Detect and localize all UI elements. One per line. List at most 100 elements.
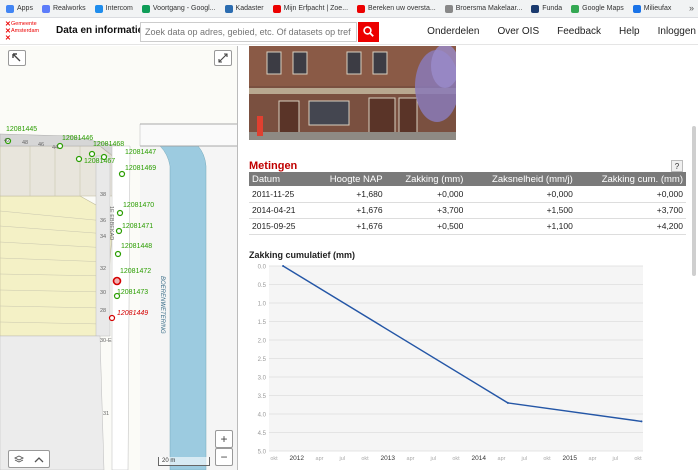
building-photo[interactable]: [249, 46, 456, 140]
table-row: 2014-04-21 +1,676 +3,700 +1,500 +3,700: [249, 202, 686, 219]
map-scale: 20 m: [158, 457, 210, 466]
bookmark-item[interactable]: Realworks: [41, 4, 86, 13]
bookmark-item[interactable]: Milieufax: [632, 4, 671, 13]
layers-icon[interactable]: [14, 454, 24, 464]
bookmark-label: Funda: [542, 5, 563, 12]
x-tick-label: 2012: [290, 455, 305, 462]
detail-panel: Metingen ? Datum Hoogte NAP Zakking (mm)…: [239, 46, 698, 470]
bookmark-label: Bereken uw oversta...: [368, 5, 436, 12]
x-tick-label: 2013: [381, 455, 396, 462]
bookmark-item[interactable]: Mijn Erfpacht | Zoe...: [272, 4, 348, 13]
logo-x-icon: ✕: [5, 35, 11, 42]
meetbout-label[interactable]: 12081469: [125, 165, 156, 172]
x-tick-label: 2015: [563, 455, 578, 462]
x-tick-label: apr: [589, 456, 597, 462]
search-button[interactable]: [358, 22, 379, 42]
milieufax-icon: [632, 4, 641, 13]
map-canvas[interactable]: [0, 46, 238, 470]
house-number: 48: [22, 140, 29, 146]
bookmark-item[interactable]: Voortgang - Googl...: [141, 4, 216, 13]
y-tick-label: 1.5: [258, 320, 267, 326]
bookmark-label: Realworks: [52, 5, 86, 12]
meetbout-label-selected[interactable]: 12081449: [117, 310, 148, 317]
google-maps-icon: [571, 4, 580, 13]
meetbout-label[interactable]: 12081468: [93, 141, 124, 148]
gemeente-amsterdam-logo[interactable]: ✕ Gemeente ✕ Amsterdam ✕: [5, 21, 51, 42]
chart-title: Zakking cumulatief (mm): [249, 250, 356, 260]
nav-onderdelen[interactable]: Onderdelen: [427, 26, 479, 37]
house-number: 30-E: [100, 338, 112, 344]
y-tick-label: 5.0: [258, 450, 267, 456]
bookmark-item[interactable]: Intercom: [94, 4, 133, 13]
cell-zaksnelheid: +1,500: [466, 202, 576, 219]
cell-hoogte: +1,676: [311, 218, 386, 235]
chevron-up-icon[interactable]: [34, 456, 44, 463]
meetbout-label[interactable]: 12081445: [6, 126, 37, 133]
logo-line-1: Gemeente: [11, 21, 37, 27]
house-number: 38: [100, 192, 107, 198]
zoom-in-button[interactable]: +: [215, 430, 233, 448]
meetbout-label[interactable]: 12081472: [120, 268, 151, 275]
map-panel[interactable]: 12081445 12081446 12081468 12081447 1208…: [0, 46, 238, 470]
x-tick-label: apr: [316, 456, 324, 462]
search-input[interactable]: [140, 22, 357, 42]
fullscreen-button[interactable]: [214, 50, 232, 66]
x-tick-label: apr: [407, 456, 415, 462]
expand-icon: [218, 53, 228, 63]
meetbout-label[interactable]: 12081467: [84, 158, 115, 165]
bookmark-item[interactable]: Bereken uw oversta...: [357, 4, 436, 13]
meetbout-label[interactable]: 12081470: [123, 202, 154, 209]
map-layers-toggle-button[interactable]: [8, 50, 26, 66]
bookmark-label: Intercom: [105, 5, 133, 12]
meetbout-label[interactable]: 12081446: [62, 135, 93, 142]
data-point: [506, 401, 509, 404]
meetbout-label[interactable]: 12081471: [122, 223, 153, 230]
bookmark-item[interactable]: Google Maps: [571, 4, 624, 13]
measurements-table: Datum Hoogte NAP Zakking (mm) Zaksnelhei…: [249, 172, 686, 235]
x-tick-label: okt: [543, 456, 551, 462]
x-tick-label: jul: [520, 456, 527, 462]
amsterdam-icon: [272, 4, 281, 13]
search-icon: [363, 26, 374, 37]
y-tick-label: 0.5: [258, 283, 267, 289]
house-number: 28: [100, 308, 107, 314]
bookmark-label: Apps: [17, 5, 33, 12]
nav-inloggen[interactable]: Inloggen: [658, 26, 696, 37]
layers-control[interactable]: [8, 450, 50, 468]
x-tick-label: jul: [611, 456, 618, 462]
nav-over-ois[interactable]: Over OIS: [497, 26, 539, 37]
data-point: [640, 420, 643, 423]
zoom-out-button[interactable]: −: [215, 448, 233, 466]
house-number: 34: [100, 234, 107, 240]
column-header: Hoogte NAP: [311, 172, 386, 186]
meetbout-label[interactable]: 12081448: [121, 243, 152, 250]
cell-zakking: +3,700: [385, 202, 467, 219]
meetbout-label[interactable]: 12081473: [117, 289, 148, 296]
cell-zaksnelheid: +1,100: [466, 218, 576, 235]
bookmark-item[interactable]: Funda: [531, 4, 563, 13]
table-row: 2015-09-25 +1,676 +0,500 +1,100 +4,200: [249, 218, 686, 235]
metingen-title: Metingen: [249, 160, 298, 172]
cell-datum: 2011-11-25: [249, 186, 312, 203]
help-button[interactable]: ?: [671, 160, 683, 172]
kadaster-icon: [224, 4, 233, 13]
bookmark-item[interactable]: Broersma Makelaar...: [444, 4, 522, 13]
funda-icon: [531, 4, 540, 13]
x-tick-label: jul: [429, 456, 436, 462]
cell-hoogte: +1,680: [311, 186, 386, 203]
cell-zaksnelheid: +0,000: [466, 186, 576, 203]
bookmark-item[interactable]: Apps: [6, 4, 33, 13]
cell-zakking: +0,000: [385, 186, 467, 203]
cell-datum: 2015-09-25: [249, 218, 312, 235]
panel-scrollbar[interactable]: [692, 126, 696, 276]
bookmark-item[interactable]: Kadaster: [224, 4, 264, 13]
nav-help[interactable]: Help: [619, 26, 640, 37]
cell-zakking-cum: +4,200: [575, 218, 686, 235]
nav-feedback[interactable]: Feedback: [557, 26, 601, 37]
bookmark-label: Voortgang - Googl...: [152, 5, 216, 12]
house-number: 32: [100, 266, 107, 272]
app-title[interactable]: Data en informatie: [56, 25, 143, 36]
cumulative-settlement-chart: 0.0 0.5 1.0 1.5 2.0 2.5 3.0 3.5 4.0 4.5 5.0 okt 201…: [258, 265, 643, 462]
bookmarks-more-icon[interactable]: »: [689, 3, 694, 13]
meetbout-label[interactable]: 12081447: [125, 149, 156, 156]
